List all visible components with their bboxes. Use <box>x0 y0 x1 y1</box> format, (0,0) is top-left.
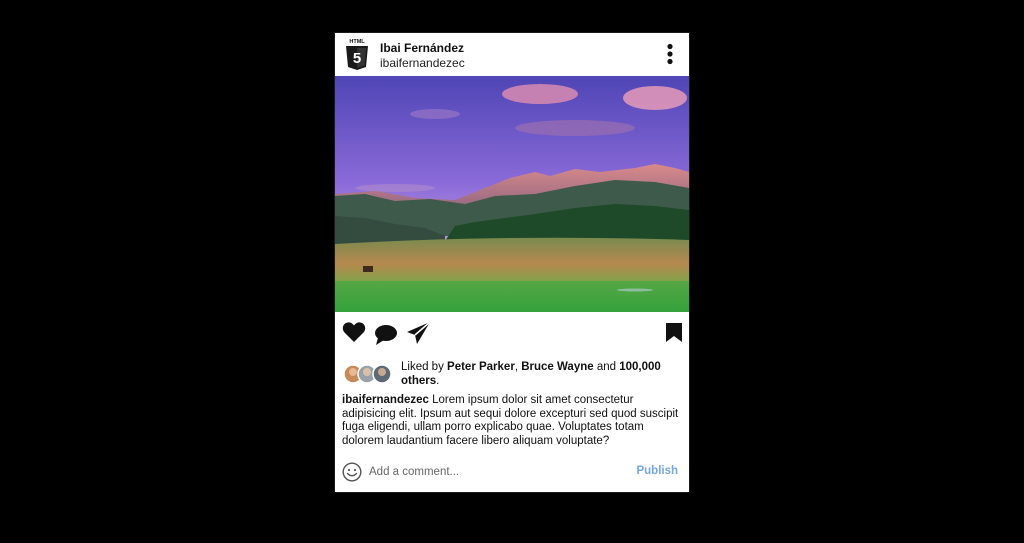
likes-row: Liked by Peter Parker, Bruce Wayne and 1… <box>343 358 683 390</box>
caption-username[interactable]: ibaifernandezec <box>342 394 429 406</box>
share-icon[interactable] <box>406 321 431 346</box>
avatar-digit: 5 <box>353 50 361 67</box>
post-caption: ibaifernandezec Lorem ipsum dolor sit am… <box>342 394 682 448</box>
author-handle[interactable]: ibaifernandezec <box>380 56 465 70</box>
page: HTML 5 Ibai Fernández ibaifernandezec Li… <box>0 0 1024 543</box>
likes-suffix: . <box>436 375 440 387</box>
heart-icon[interactable] <box>342 321 366 343</box>
author-name[interactable]: Ibai Fernández <box>380 41 464 55</box>
bookmark-icon[interactable] <box>665 322 683 343</box>
liker-avatars[interactable] <box>343 363 395 385</box>
likes-prefix: Liked by <box>401 361 448 373</box>
liker-bruce-wayne[interactable]: Bruce Wayne <box>521 361 593 373</box>
post-photo[interactable] <box>335 76 689 312</box>
post-actions <box>335 318 689 348</box>
likes-text: Liked by Peter Parker, Bruce Wayne and 1… <box>401 360 661 388</box>
publish-button[interactable]: Publish <box>636 465 678 477</box>
post-card: HTML 5 Ibai Fernández ibaifernandezec Li… <box>335 33 689 492</box>
html5-logo-icon[interactable]: HTML 5 <box>345 38 369 71</box>
comment-row: Publish <box>335 460 689 486</box>
emoji-icon[interactable] <box>342 462 362 482</box>
more-options-icon[interactable] <box>663 43 677 65</box>
comment-icon[interactable] <box>374 324 398 346</box>
avatar-text: HTML <box>349 39 365 45</box>
likes-middle: and <box>593 361 620 373</box>
post-header: HTML 5 Ibai Fernández ibaifernandezec <box>335 33 689 76</box>
liker-peter-parker[interactable]: Peter Parker <box>447 361 515 373</box>
comment-input[interactable] <box>369 463 619 481</box>
